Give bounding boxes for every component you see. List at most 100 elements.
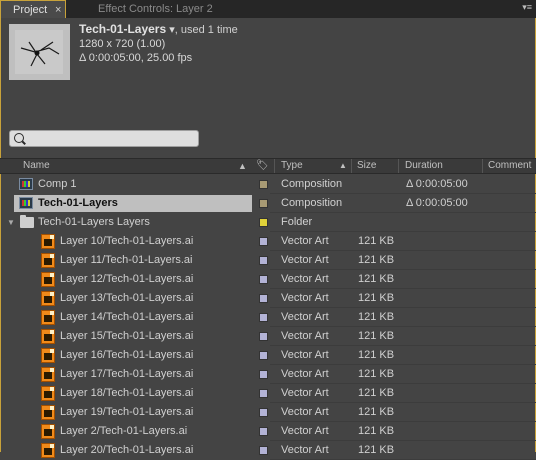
item-type: Composition (281, 197, 343, 209)
item-name: Layer 19/Tech-01-Layers.ai (60, 406, 194, 418)
item-name: Layer 18/Tech-01-Layers.ai (60, 387, 194, 399)
list-item[interactable]: Comp 1 Composition Δ 0:00:05:00 (0, 175, 536, 194)
item-type: Vector Art (281, 273, 329, 285)
item-name: Layer 15/Tech-01-Layers.ai (60, 330, 194, 342)
illustrator-file-icon (41, 424, 55, 439)
tab-project-label: Project (13, 4, 48, 16)
item-size: 121 KB (358, 273, 395, 285)
item-name: Layer 13/Tech-01-Layers.ai (60, 292, 194, 304)
list-item[interactable]: Layer 16/Tech-01-Layers.ai Vector Art 121 … (0, 346, 536, 365)
tab-effect-controls[interactable]: Effect Controls: Layer 2 (84, 0, 298, 18)
list-item[interactable]: ▼ Tech-01-Layers Layers Folder (0, 213, 536, 232)
item-size: 121 KB (358, 330, 395, 342)
list-item[interactable]: Layer 10/Tech-01-Layers.ai Vector Art 121 … (0, 232, 536, 251)
item-name: Layer 11/Tech-01-Layers.ai (60, 254, 193, 266)
panel-menu-icon[interactable]: ▾≡ (522, 0, 532, 14)
item-duration: Δ 0:00:05:00 (406, 197, 468, 209)
list-item[interactable]: Layer 17/Tech-01-Layers.ai Vector Art 121 … (0, 365, 536, 384)
label-color-swatch[interactable] (259, 408, 268, 417)
list-item[interactable]: Layer 14/Tech-01-Layers.ai Vector Art 121 … (0, 308, 536, 327)
label-color-swatch[interactable] (259, 256, 268, 265)
item-size: 121 KB (358, 311, 395, 323)
column-name-header[interactable]: Name (23, 159, 50, 173)
item-type: Vector Art (281, 254, 329, 266)
label-color-swatch[interactable] (259, 351, 268, 360)
item-size: 121 KB (358, 444, 395, 456)
comp-resolution: 1280 x 720 (1.00) (79, 38, 166, 50)
label-color-swatch[interactable] (259, 294, 268, 303)
list-item[interactable]: Layer 18/Tech-01-Layers.ai Vector Art 121 … (0, 384, 536, 403)
column-type-header[interactable]: Type (281, 159, 303, 173)
item-type: Composition (281, 178, 343, 190)
label-color-swatch[interactable] (259, 389, 268, 398)
label-color-swatch[interactable] (259, 218, 268, 227)
label-color-swatch[interactable] (259, 332, 268, 341)
column-duration-header[interactable]: Duration (405, 159, 443, 173)
column-comment-header[interactable]: Comment (488, 159, 531, 173)
label-color-swatch[interactable] (259, 199, 268, 208)
item-name: Layer 16/Tech-01-Layers.ai (60, 349, 194, 361)
item-size: 121 KB (358, 349, 395, 361)
sort-ascending-icon[interactable]: ▲ (238, 159, 247, 173)
comp-thumbnail (9, 24, 70, 80)
illustrator-file-icon (41, 386, 55, 401)
illustrator-file-icon (41, 272, 55, 287)
list-item[interactable]: Layer 15/Tech-01-Layers.ai Vector Art 121 … (0, 327, 536, 346)
label-tag-icon[interactable]: 🏷 (256, 159, 269, 173)
label-color-swatch[interactable] (259, 427, 268, 436)
comp-usage: , used 1 time (174, 24, 238, 36)
list-item[interactable]: Layer 2/Tech-01-Layers.ai Vector Art 121 K… (0, 422, 536, 441)
comp-duration-fps: Δ 0:00:05:00, 25.00 fps (79, 52, 193, 64)
list-item[interactable]: Layer 19/Tech-01-Layers.ai Vector Art 121 … (0, 403, 536, 422)
illustrator-file-icon (41, 329, 55, 344)
list-item[interactable]: Layer 11/Tech-01-Layers.ai Vector Art 121 … (0, 251, 536, 270)
item-name: Layer 20/Tech-01-Layers.ai (60, 444, 194, 456)
thumbnail-image (15, 30, 63, 74)
composition-icon (19, 197, 33, 209)
item-size: 121 KB (358, 387, 395, 399)
item-type: Vector Art (281, 368, 329, 380)
item-name: Tech-01-Layers Layers (38, 216, 150, 228)
column-size-header[interactable]: Size (357, 159, 376, 173)
column-header-row: Name ▲ 🏷 Type ▲ Size Duration Comment (0, 158, 536, 174)
list-item[interactable]: Layer 12/Tech-01-Layers.ai Vector Art 121 … (0, 270, 536, 289)
label-color-swatch[interactable] (259, 446, 268, 455)
illustrator-file-icon (41, 443, 55, 458)
label-color-swatch[interactable] (259, 180, 268, 189)
list-item[interactable]: Layer 20/Tech-01-Layers.ai Vector Art 121 … (0, 441, 536, 460)
item-type: Vector Art (281, 292, 329, 304)
label-color-swatch[interactable] (259, 313, 268, 322)
item-type: Vector Art (281, 444, 329, 456)
close-icon[interactable]: × (55, 1, 61, 19)
item-name: Comp 1 (38, 178, 77, 190)
list-item[interactable]: Tech-01-Layers Composition Δ 0:00:05:00 (0, 194, 536, 213)
item-type: Vector Art (281, 425, 329, 437)
panel-tab-bar: Project × Effect Controls: Layer 2 ▾≡ (0, 0, 536, 18)
tab-effect-controls-label: Effect Controls: Layer 2 (98, 3, 213, 15)
tab-project[interactable]: Project × (0, 0, 66, 18)
item-type: Vector Art (281, 330, 329, 342)
comp-info: Tech-01-Layers ▾, used 1 time 1280 x 720… (79, 22, 238, 65)
illustrator-file-icon (41, 405, 55, 420)
label-color-swatch[interactable] (259, 370, 268, 379)
illustrator-file-icon (41, 291, 55, 306)
item-name: Layer 2/Tech-01-Layers.ai (60, 425, 188, 437)
disclosure-triangle-icon[interactable]: ▼ (7, 213, 15, 232)
item-name: Layer 17/Tech-01-Layers.ai (60, 368, 194, 380)
sort-column-icon[interactable]: ▲ (339, 159, 347, 173)
illustrator-file-icon (41, 367, 55, 382)
search-field[interactable] (9, 130, 199, 147)
item-name: Tech-01-Layers (38, 197, 118, 209)
label-color-swatch[interactable] (259, 275, 268, 284)
list-item[interactable]: Layer 13/Tech-01-Layers.ai Vector Art 121 … (0, 289, 536, 308)
item-duration: Δ 0:00:05:00 (406, 178, 468, 190)
composition-icon (19, 178, 33, 190)
item-size: 121 KB (358, 254, 395, 266)
item-name: Layer 10/Tech-01-Layers.ai (60, 235, 194, 247)
item-size: 121 KB (358, 235, 395, 247)
item-size: 121 KB (358, 406, 395, 418)
search-icon (14, 133, 24, 143)
item-size: 121 KB (358, 292, 395, 304)
illustrator-file-icon (41, 348, 55, 363)
label-color-swatch[interactable] (259, 237, 268, 246)
